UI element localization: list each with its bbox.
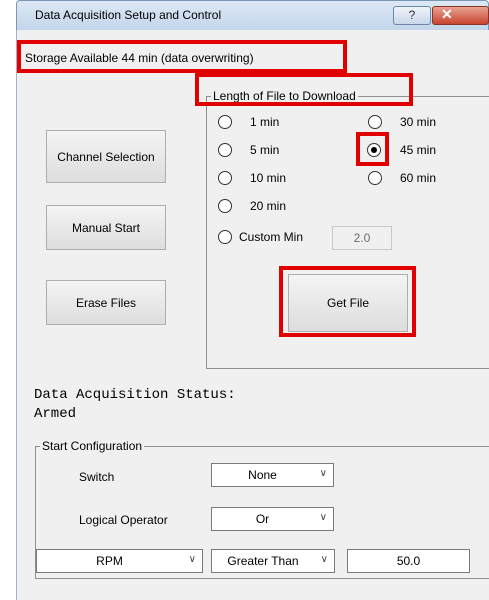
start-config-legend: Start Configuration <box>40 439 145 453</box>
switch-dropdown-value: None <box>248 468 277 482</box>
help-icon: ? <box>408 8 416 22</box>
status-label: Data Acquisition Status: <box>34 387 236 403</box>
radio-label-10-min: 10 min <box>250 171 287 185</box>
channel-dropdown[interactable]: RPM ∨ <box>36 549 203 573</box>
chevron-down-icon: ∨ <box>188 554 196 565</box>
radio-5-min[interactable] <box>218 143 232 157</box>
comparison-dropdown-value: Greater Than <box>227 554 299 568</box>
help-button[interactable]: ? <box>393 6 431 25</box>
radio-10-min[interactable] <box>218 171 232 185</box>
switch-dropdown[interactable]: None ∨ <box>211 463 334 487</box>
logical-operator-label: Logical Operator <box>79 513 168 527</box>
chevron-down-icon: ∨ <box>319 468 327 479</box>
storage-highlight-box <box>17 40 347 73</box>
radio-label-20-min: 20 min <box>250 199 287 213</box>
channel-dropdown-value: RPM <box>96 554 123 568</box>
logical-operator-dropdown-value: Or <box>255 512 270 526</box>
radio-label-45-min: 45 min <box>400 143 437 157</box>
radio-label-5-min: 5 min <box>250 143 280 157</box>
close-icon: ✕ <box>441 6 453 22</box>
radio-label-60-min: 60 min <box>400 171 437 185</box>
switch-label: Switch <box>79 470 115 484</box>
chevron-down-icon: ∨ <box>319 512 327 523</box>
close-button[interactable]: ✕ <box>432 6 489 25</box>
erase-files-button[interactable]: Erase Files <box>46 280 166 325</box>
comparison-dropdown[interactable]: Greater Than ∨ <box>211 549 335 573</box>
radio-label-custom-min: Custom Min <box>239 230 304 244</box>
chevron-down-icon: ∨ <box>320 554 328 565</box>
channel-selection-button[interactable]: Channel Selection <box>46 130 166 183</box>
radio-label-1-min: 1 min <box>250 115 280 129</box>
file-length-highlight-box <box>195 73 413 106</box>
radio-30-min[interactable] <box>368 115 382 129</box>
radio-20-min[interactable] <box>218 199 232 213</box>
logical-operator-dropdown[interactable]: Or ∨ <box>211 507 334 531</box>
status-value: Armed <box>34 406 77 422</box>
custom-min-input[interactable]: 2.0 <box>332 226 392 250</box>
radio-60-min[interactable] <box>368 171 382 185</box>
radio-1-min[interactable] <box>218 115 232 129</box>
threshold-input[interactable]: 50.0 <box>347 549 470 573</box>
radio-45-highlight-box <box>356 132 389 166</box>
get-file-highlight-box <box>279 266 416 337</box>
radio-custom-min[interactable] <box>218 230 232 244</box>
manual-start-button[interactable]: Manual Start <box>46 205 166 250</box>
radio-label-30-min: 30 min <box>400 115 437 129</box>
window-title: Data Acquisition Setup and Control <box>35 8 222 22</box>
